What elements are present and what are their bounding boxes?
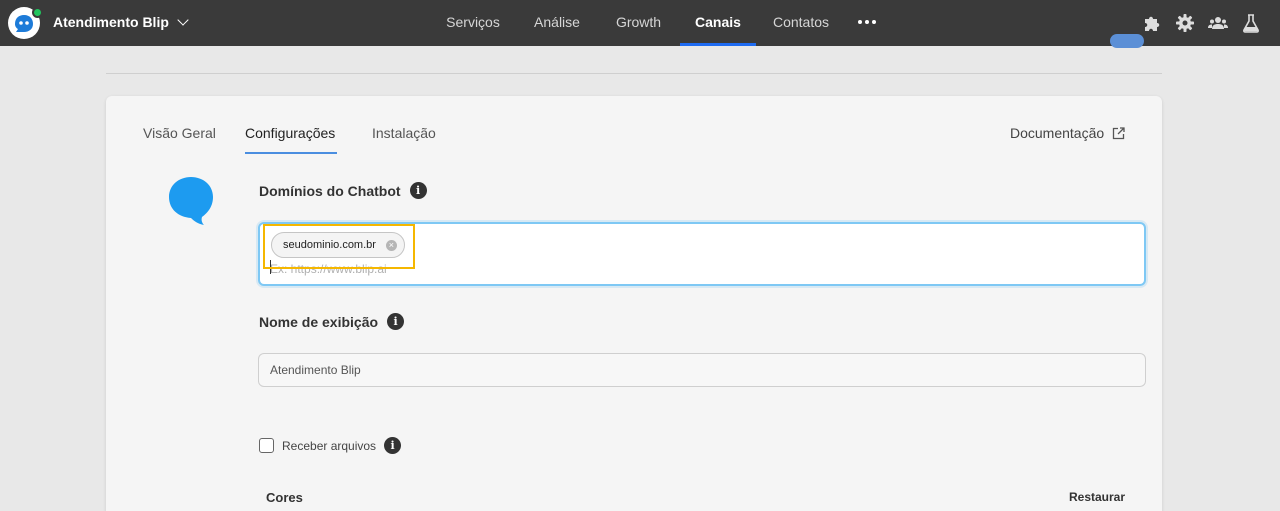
blip-logo-icon[interactable] bbox=[8, 7, 43, 39]
top-bar: Atendimento Blip Serviços Análise Growth… bbox=[0, 0, 1280, 46]
documentation-label: Documentação bbox=[1010, 125, 1105, 141]
puzzle-icon[interactable] bbox=[1142, 13, 1162, 33]
display-name-input[interactable]: Atendimento Blip bbox=[258, 353, 1146, 387]
app-name: Atendimento Blip bbox=[53, 14, 169, 30]
display-name-label: Nome de exibição i bbox=[259, 313, 405, 330]
gear-icon[interactable] bbox=[1175, 13, 1195, 33]
colors-section-title: Cores bbox=[266, 490, 303, 505]
receive-files-checkbox[interactable] bbox=[259, 438, 274, 453]
nav-canais[interactable]: Canais bbox=[680, 0, 756, 46]
active-tab-indicator bbox=[245, 152, 337, 154]
nav-growth[interactable]: Growth bbox=[607, 0, 670, 46]
channel-toggle[interactable] bbox=[1110, 34, 1144, 48]
info-icon[interactable]: i bbox=[387, 313, 405, 330]
more-menu-icon[interactable] bbox=[858, 20, 876, 24]
chevron-down-icon bbox=[177, 13, 189, 26]
flask-icon[interactable] bbox=[1241, 13, 1261, 33]
documentation-link[interactable]: Documentação bbox=[1010, 125, 1125, 141]
tab-instalacao[interactable]: Instalação bbox=[372, 125, 436, 141]
info-icon[interactable]: i bbox=[409, 182, 427, 199]
nav-servicos[interactable]: Serviços bbox=[440, 0, 506, 46]
restore-button[interactable]: Restaurar bbox=[1069, 490, 1125, 504]
nav-contatos[interactable]: Contatos bbox=[766, 0, 836, 46]
display-name-label-text: Nome de exibição bbox=[259, 313, 379, 330]
online-status-icon bbox=[32, 7, 43, 18]
domains-label: Domínios do Chatbot i bbox=[259, 182, 427, 199]
receive-files-label: Receber arquivos bbox=[282, 438, 377, 453]
external-link-icon bbox=[1113, 126, 1125, 139]
tab-configuracoes[interactable]: Configurações bbox=[245, 125, 335, 141]
highlight-box bbox=[263, 224, 415, 269]
settings-card: Visão Geral Configurações Instalação Doc… bbox=[106, 96, 1162, 511]
domains-label-text: Domínios do Chatbot bbox=[259, 182, 401, 199]
receive-files-option[interactable]: Receber arquivos i bbox=[259, 437, 402, 454]
users-icon[interactable] bbox=[1208, 13, 1228, 33]
tab-visao-geral[interactable]: Visão Geral bbox=[143, 125, 216, 141]
divider bbox=[106, 73, 1162, 74]
nav-analise[interactable]: Análise bbox=[528, 0, 586, 46]
chat-bubble-icon bbox=[169, 177, 213, 225]
info-icon[interactable]: i bbox=[384, 437, 402, 454]
app-switcher[interactable]: Atendimento Blip bbox=[53, 13, 189, 30]
